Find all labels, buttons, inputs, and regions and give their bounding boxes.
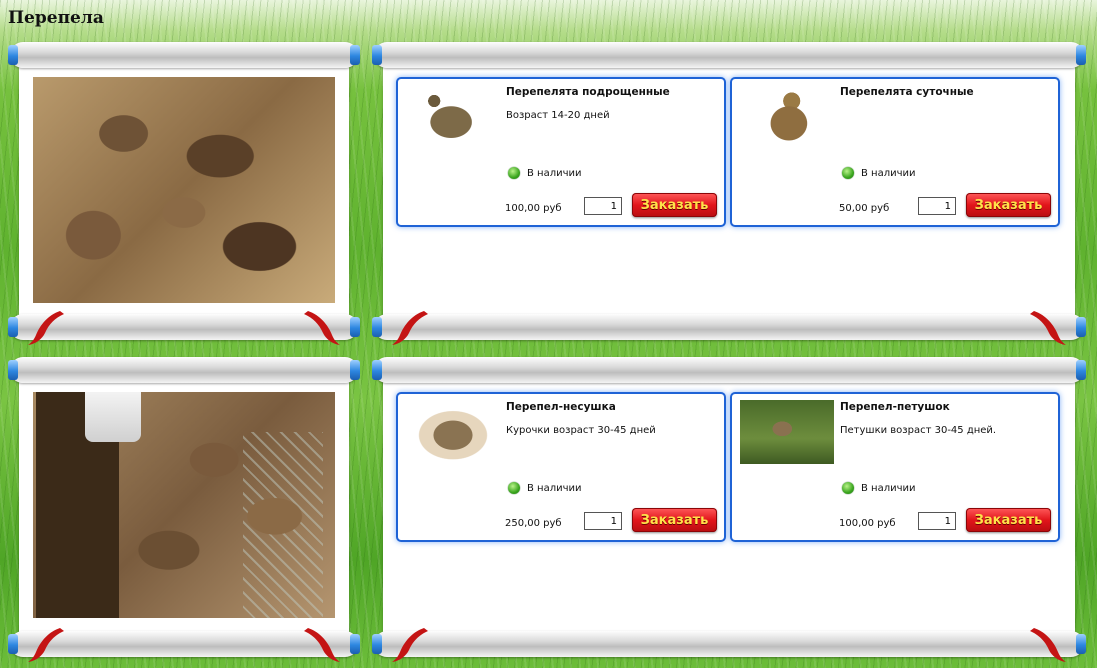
- chick-icon: [740, 85, 834, 149]
- product-price: 100,00 руб: [839, 518, 896, 529]
- product-description: Возраст 14-20 дней: [506, 110, 610, 121]
- product-card: Перепелята подрощенные Возраст 14-20 дне…: [396, 77, 726, 227]
- availability-label: В наличии: [527, 482, 582, 494]
- in-stock-icon: [842, 482, 854, 494]
- photo-scroll-panel: [8, 357, 360, 662]
- scroll-rod-top: [372, 357, 1086, 383]
- scroll-rod-bottom: [8, 311, 360, 345]
- scroll-rod-bottom: [8, 628, 360, 662]
- ribbon-icon: [1030, 311, 1066, 345]
- quantity-input[interactable]: [584, 197, 622, 215]
- product-title: Перепел-несушка: [506, 401, 616, 413]
- quail-bird-icon: [406, 85, 500, 149]
- order-button[interactable]: Заказать: [966, 193, 1051, 217]
- product-description: Петушки возраст 30-45 дней.: [840, 425, 997, 436]
- product-card: Перепел-несушка Курочки возраст 30-45 дн…: [396, 392, 726, 542]
- scroll-rod-bottom: [372, 311, 1086, 345]
- quail-chicks-photo: [33, 77, 335, 303]
- in-stock-icon: [508, 167, 520, 179]
- scroll-rod-top: [8, 42, 360, 68]
- quantity-input[interactable]: [584, 512, 622, 530]
- quail-bird-icon: [740, 400, 834, 464]
- photo-scroll-panel: [8, 42, 360, 345]
- quail-bird-icon: [406, 400, 500, 464]
- products-scroll-panel: Перепел-несушка Курочки возраст 30-45 дн…: [372, 357, 1086, 662]
- product-description: Курочки возраст 30-45 дней: [506, 425, 656, 436]
- order-button[interactable]: Заказать: [966, 508, 1051, 532]
- product-title: Перепел-петушок: [840, 401, 950, 413]
- page-title: Перепела: [8, 8, 104, 28]
- product-card: Перепелята суточные В наличии 50,00 руб …: [730, 77, 1060, 227]
- product-card: Перепел-петушок Петушки возраст 30-45 дн…: [730, 392, 1060, 542]
- ribbon-icon: [28, 311, 64, 345]
- order-button[interactable]: Заказать: [632, 508, 717, 532]
- product-title: Перепелята суточные: [840, 86, 974, 98]
- quail-feeder-photo: [33, 392, 335, 618]
- availability-label: В наличии: [861, 167, 916, 179]
- order-button[interactable]: Заказать: [632, 193, 717, 217]
- availability-label: В наличии: [527, 167, 582, 179]
- scroll-rod-top: [372, 42, 1086, 68]
- product-price: 100,00 руб: [505, 203, 562, 214]
- availability-status: В наличии: [508, 167, 582, 179]
- scroll-rod-top: [8, 357, 360, 383]
- ribbon-icon: [392, 628, 428, 662]
- ribbon-icon: [304, 628, 340, 662]
- availability-status: В наличии: [842, 482, 916, 494]
- scroll-rod-bottom: [372, 628, 1086, 662]
- availability-status: В наличии: [842, 167, 916, 179]
- in-stock-icon: [508, 482, 520, 494]
- quantity-input[interactable]: [918, 197, 956, 215]
- quantity-input[interactable]: [918, 512, 956, 530]
- ribbon-icon: [392, 311, 428, 345]
- product-title: Перепелята подрощенные: [506, 86, 670, 98]
- availability-label: В наличии: [861, 482, 916, 494]
- product-price: 250,00 руб: [505, 518, 562, 529]
- ribbon-icon: [304, 311, 340, 345]
- in-stock-icon: [842, 167, 854, 179]
- products-scroll-panel: Перепелята подрощенные Возраст 14-20 дне…: [372, 42, 1086, 345]
- availability-status: В наличии: [508, 482, 582, 494]
- product-price: 50,00 руб: [839, 203, 890, 214]
- ribbon-icon: [28, 628, 64, 662]
- ribbon-icon: [1030, 628, 1066, 662]
